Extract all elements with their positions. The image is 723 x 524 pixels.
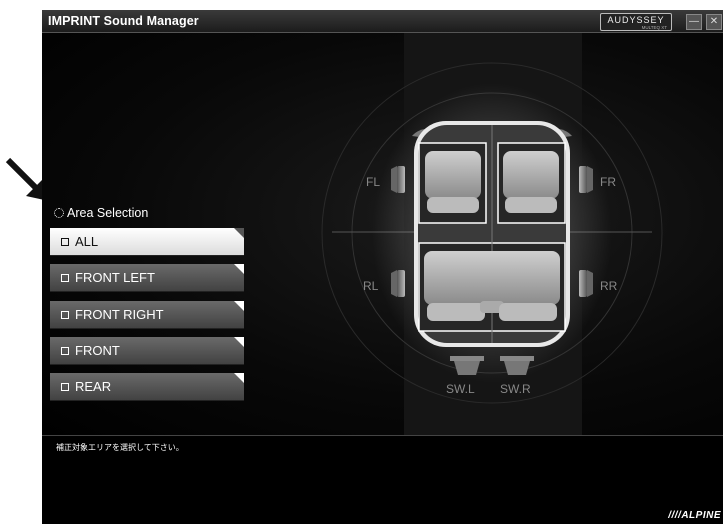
checkbox-icon [61,382,69,391]
title-bar: IMPRINT Sound Manager AUDYSSEY MULTEQ XT… [42,10,723,33]
close-icon: ✕ [709,16,719,27]
area-option-all[interactable]: ALL [50,228,244,256]
area-option-label: REAR [75,379,112,394]
minimize-button[interactable]: — [686,14,702,30]
area-option-label: FRONT LEFT [75,270,155,285]
area-option-rear[interactable]: REAR [50,373,244,401]
area-selection-heading: Area Selection [54,206,148,220]
status-message: 補正対象エリアを選択して下さい。 [56,443,184,452]
speaker-rl-icon [391,270,405,297]
area-option-label: FRONT RIGHT [75,307,164,322]
area-option-front-left[interactable]: FRONT LEFT [50,264,244,292]
area-option-front[interactable]: FRONT [50,337,244,365]
speaker-label-rr: RR [600,279,618,293]
checkbox-icon [61,310,69,319]
app-title: IMPRINT Sound Manager [48,14,199,28]
alpine-logo: ////ALPINE [668,510,721,521]
close-button[interactable]: ✕ [706,14,722,30]
area-option-label: ALL [75,234,99,249]
audyssey-badge: AUDYSSEY MULTEQ XT [600,13,672,31]
main-stage: FL FR RL RR SW.L SW.R Area Selection ALL… [42,33,723,435]
gear-icon [54,208,64,218]
checkbox-icon [61,346,69,355]
speaker-label-fl: FL [366,175,380,189]
checkbox-icon [61,273,69,282]
status-divider [42,435,723,436]
area-selection-title: Area Selection [67,206,149,220]
subwoofer-label-right: SW.R [500,382,531,396]
app-window: IMPRINT Sound Manager AUDYSSEY MULTEQ XT… [42,10,723,524]
area-option-front-right[interactable]: FRONT RIGHT [50,301,244,329]
subwoofer-label-left: SW.L [446,382,475,396]
speaker-fr-icon [579,166,593,193]
speaker-fl-icon [391,166,405,193]
area-option-label: FRONT [75,343,120,358]
checkbox-icon [61,237,69,246]
speaker-label-rl: RL [363,279,379,293]
speaker-rr-icon [579,270,593,297]
minimize-icon: — [689,16,699,27]
speaker-label-fr: FR [600,175,616,189]
